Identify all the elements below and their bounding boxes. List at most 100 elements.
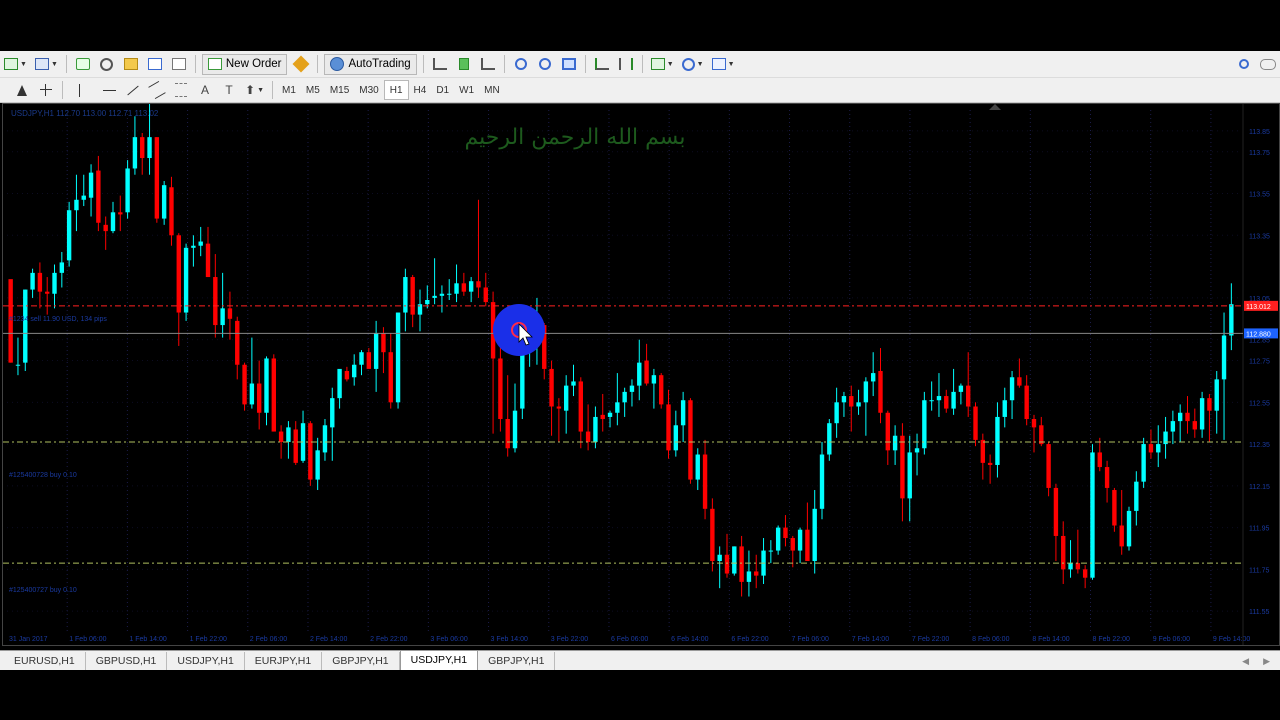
zoom-in-button[interactable]: [511, 54, 531, 74]
fibonacci-tool[interactable]: [171, 80, 191, 100]
candlesticks-button[interactable]: [454, 54, 474, 74]
periods-button[interactable]: ▼: [680, 54, 706, 74]
timeframe-m1-button[interactable]: M1: [277, 81, 301, 99]
zoom-out-button[interactable]: [535, 54, 555, 74]
metaeditor-button[interactable]: [291, 54, 311, 74]
candlestick-chart[interactable]: 113.85113.75113.55113.35113.05112.85112.…: [3, 104, 1279, 645]
candle-body: [147, 137, 152, 159]
line-chart-button[interactable]: [478, 54, 498, 74]
candle-body: [615, 402, 620, 413]
candle-body: [242, 364, 247, 405]
candle-body: [892, 435, 898, 451]
templates-button[interactable]: ▼: [710, 54, 737, 74]
candle-body: [578, 381, 583, 432]
toolbar-separator: [641, 55, 643, 73]
bar-chart-button[interactable]: [430, 54, 450, 74]
order-line-label: #1234 sell 11.90 USD, 134 pips: [9, 316, 107, 323]
equidistant-channel-tool[interactable]: [147, 80, 167, 100]
terminal-button[interactable]: [145, 54, 165, 74]
chart-tab[interactable]: EURJPY,H1: [245, 652, 323, 670]
candle-body: [914, 448, 920, 453]
text-tool[interactable]: A: [195, 80, 215, 100]
y-tick-label: 111.95: [1249, 526, 1269, 533]
y-tick-label: 113.35: [1249, 233, 1270, 240]
new-order-button[interactable]: New Order: [201, 53, 288, 75]
candle-body: [1039, 425, 1044, 445]
timeframe-m15-button[interactable]: M15: [325, 81, 354, 99]
timeframe-m30-button[interactable]: M30: [354, 81, 383, 99]
chart-tab[interactable]: GBPUSD,H1: [86, 652, 168, 670]
tab-scroll: ◀ ▶: [1242, 652, 1280, 670]
tile-windows-button[interactable]: [559, 54, 579, 74]
timeframe-h1-button[interactable]: H1: [383, 80, 409, 100]
y-tick-label: 112.85: [1249, 338, 1270, 345]
level-line-label: #125400727 buy 0.10: [9, 587, 77, 594]
candle-body: [783, 527, 788, 539]
chart-tab[interactable]: USDJPY,H1: [167, 652, 245, 670]
text-label-tool[interactable]: T: [219, 80, 239, 100]
candle-body: [1097, 452, 1102, 468]
candle-body: [732, 546, 737, 574]
y-tick-label: 111.75: [1249, 567, 1269, 574]
data-window-button[interactable]: [97, 54, 117, 74]
strategy-tester-button[interactable]: [169, 54, 189, 74]
candle-body: [1009, 377, 1015, 401]
x-tick-label: 2 Feb 06:00: [250, 636, 287, 643]
vertical-line-tool[interactable]: [69, 80, 89, 100]
chart-window[interactable]: 113.85 113.75 113.55 113.35 113.05 112.85 112.…: [2, 103, 1280, 646]
x-tick-label: 6 Feb 22:00: [731, 636, 768, 643]
candle-body: [483, 287, 488, 303]
y-tick-label: 112.15: [1249, 484, 1270, 491]
candle-body: [1185, 412, 1190, 422]
crosshair-tool[interactable]: [36, 80, 56, 100]
search-button[interactable]: [1234, 54, 1254, 74]
candle-body: [870, 373, 876, 382]
market-watch-button[interactable]: [73, 54, 93, 74]
candle-body: [1017, 377, 1022, 386]
candle-body: [710, 508, 715, 562]
timeframe-m5-button[interactable]: M5: [301, 81, 325, 99]
candle-body: [381, 333, 386, 353]
candle-body: [468, 281, 474, 292]
chart-tab[interactable]: USDJPY,H1: [399, 650, 479, 670]
autotrading-button[interactable]: AutoTrading: [324, 53, 417, 75]
tab-scroll-left-icon[interactable]: ◀: [1242, 656, 1249, 667]
candle-body: [607, 412, 613, 417]
timeframe-w1-button[interactable]: W1: [454, 81, 479, 99]
candle-body: [213, 277, 218, 326]
candle-body: [585, 431, 591, 442]
trendline-tool[interactable]: [123, 80, 143, 100]
chart-tab[interactable]: GBPJPY,H1: [478, 652, 556, 670]
new-chart-button[interactable]: ▼: [2, 54, 29, 74]
timeframe-h4-button[interactable]: H4: [409, 81, 432, 99]
candle-body: [637, 362, 642, 386]
horizontal-line-tool[interactable]: [99, 80, 119, 100]
candle-body: [352, 364, 357, 378]
candle-body: [191, 245, 196, 248]
arrows-tool[interactable]: ⬆ ▼: [243, 80, 266, 100]
dropdown-caret-icon: ▼: [666, 60, 674, 68]
navigator-button[interactable]: [121, 54, 141, 74]
candle-body: [717, 554, 722, 562]
tab-scroll-right-icon[interactable]: ▶: [1263, 656, 1270, 667]
candle-body: [878, 371, 883, 413]
autotrading-icon: [330, 57, 345, 71]
x-tick-label: 3 Feb 14:00: [491, 636, 528, 643]
candle-body: [432, 295, 437, 298]
candle-body: [1002, 400, 1007, 417]
chart-tab[interactable]: GBPJPY,H1: [322, 652, 400, 670]
indicators-button[interactable]: ▼: [649, 54, 676, 74]
auto-scroll-button[interactable]: [592, 54, 612, 74]
chart-tab[interactable]: EURUSD,H1: [4, 652, 86, 670]
timeframe-mn-button[interactable]: MN: [479, 81, 505, 99]
candle-body: [256, 383, 262, 413]
community-button[interactable]: [1258, 54, 1278, 74]
chart-shift-button[interactable]: [616, 54, 636, 74]
timeframe-d1-button[interactable]: D1: [431, 81, 454, 99]
candle-body: [849, 396, 854, 407]
cursor-tool[interactable]: [12, 80, 32, 100]
candle-body: [1199, 398, 1205, 430]
profiles-button[interactable]: ▼: [33, 54, 60, 74]
candle-body: [37, 272, 43, 292]
candle-body: [176, 235, 181, 313]
